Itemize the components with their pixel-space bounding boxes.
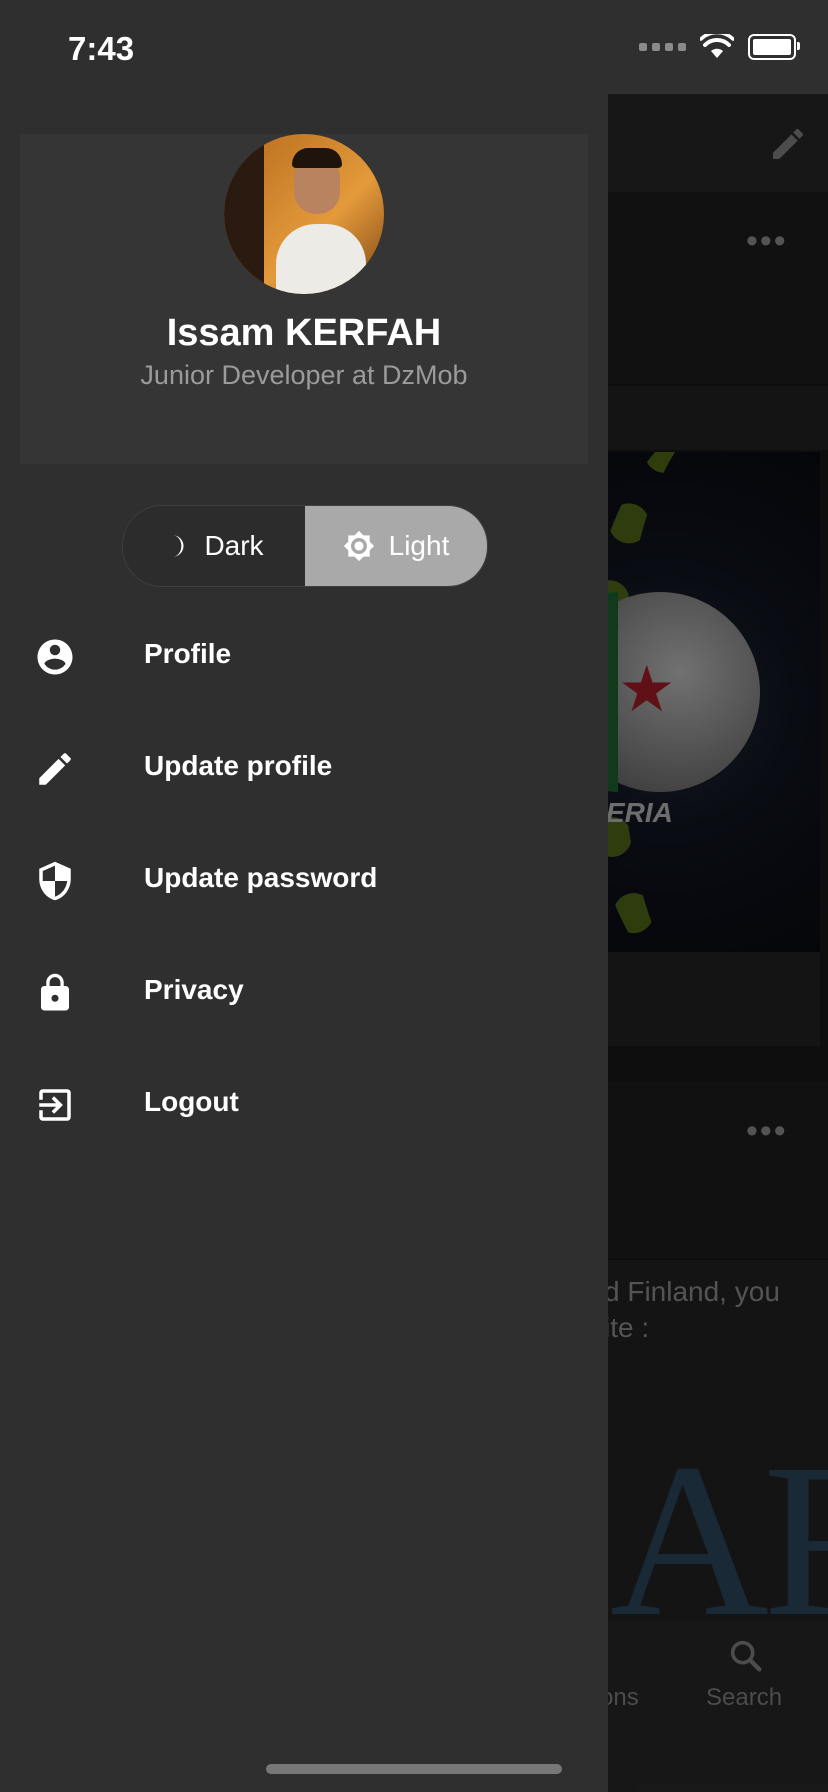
menu-item-update-profile[interactable]: Update profile: [0, 712, 608, 824]
menu-item-logout[interactable]: Logout: [0, 1048, 608, 1160]
logout-icon: [39, 1089, 71, 1121]
menu-item-label: Logout: [144, 1086, 239, 1117]
avatar-shirt: [276, 224, 366, 294]
status-bar: 7:43: [0, 0, 828, 94]
avatar-bg-shade: [224, 134, 264, 294]
theme-dark-label: Dark: [204, 530, 264, 561]
theme-toggle: Dark Light: [122, 505, 488, 587]
drawer-header: Issam KERFAH Junior Developer at DzMob: [20, 134, 588, 464]
menu-item-label: Update profile: [144, 750, 333, 781]
home-indicator[interactable]: [266, 1764, 562, 1774]
battery-icon: [748, 34, 800, 60]
user-title: Junior Developer at DzMob: [140, 360, 468, 390]
lock-icon: [41, 973, 69, 1011]
cellular-signal-icon: [639, 43, 686, 51]
menu-item-profile[interactable]: Profile: [0, 600, 608, 712]
drawer-menu: Profile Update profile Update password P…: [0, 600, 608, 1160]
wifi-icon: [700, 34, 734, 58]
account-circle-icon: [37, 639, 73, 675]
avatar[interactable]: [224, 134, 384, 294]
moon-icon: [173, 535, 184, 557]
menu-item-label: Privacy: [144, 974, 244, 1005]
menu-item-label: Profile: [144, 638, 232, 669]
brightness-icon: [343, 530, 374, 562]
shield-icon: [39, 861, 71, 901]
navigation-drawer: Issam KERFAH Junior Developer at DzMob D…: [0, 94, 608, 1792]
theme-light-button[interactable]: Light: [305, 506, 487, 586]
theme-dark-button[interactable]: Dark: [123, 506, 305, 586]
status-time: 7:43: [68, 30, 135, 67]
user-name: Issam KERFAH: [166, 312, 442, 354]
pencil-icon: [39, 753, 71, 785]
theme-light-label: Light: [388, 530, 450, 561]
menu-item-privacy[interactable]: Privacy: [0, 936, 608, 1048]
menu-item-update-password[interactable]: Update password: [0, 824, 608, 936]
avatar-hair: [292, 148, 342, 168]
menu-item-label: Update password: [144, 862, 378, 893]
status-icons: [639, 34, 800, 60]
